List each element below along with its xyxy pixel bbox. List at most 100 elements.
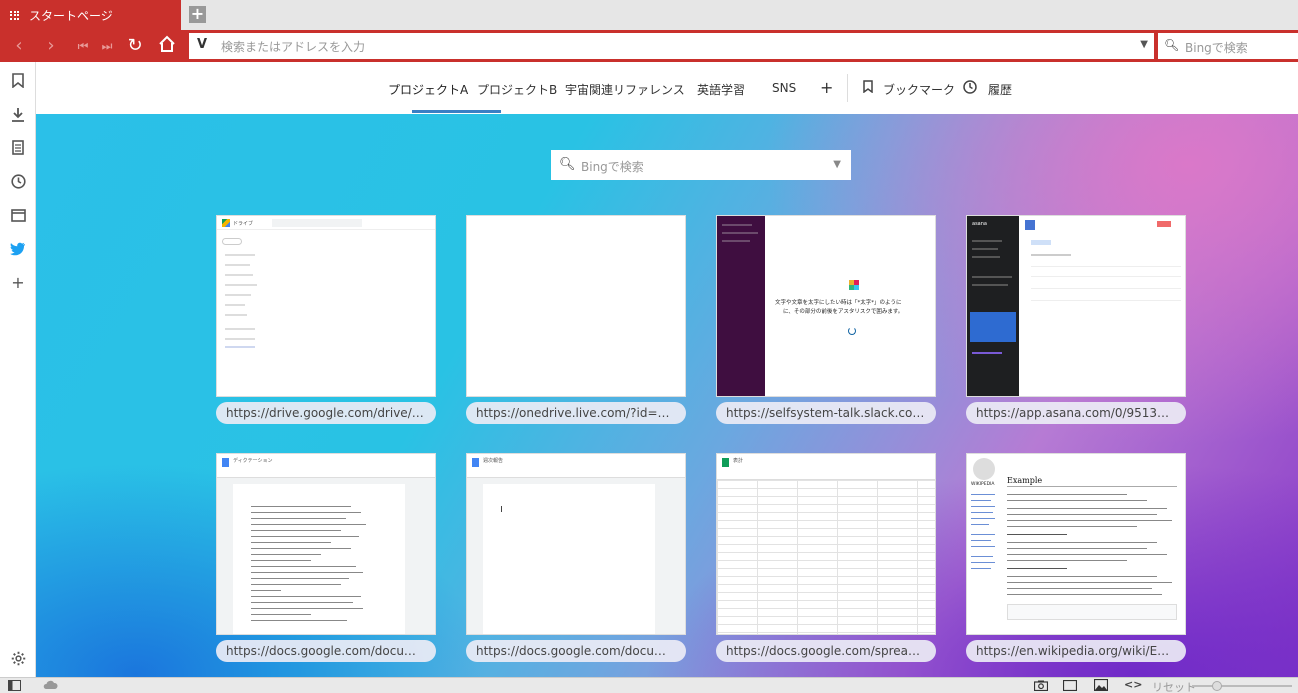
speed-dial-tile-slack[interactable]: 文字や文章を太字にしたい時は「*太字*」のように に、その部分の前後をアスタリス…: [716, 215, 936, 397]
search-icon: 🔍︎: [1164, 38, 1180, 52]
twitter-icon[interactable]: [8, 239, 28, 259]
slack-loading-text-2: に、その部分の前後をアスタリスクで囲みます。: [783, 309, 904, 315]
toolbar-search-input[interactable]: 🔍︎ Bingで検索: [1158, 33, 1298, 59]
nav-item-space-reference[interactable]: 宇宙関連リファレンス: [565, 81, 685, 98]
new-tab-button[interactable]: +: [189, 6, 206, 23]
zoom-slider-track[interactable]: [1192, 685, 1292, 687]
download-panel-icon[interactable]: [8, 104, 28, 124]
docs-page: [483, 484, 655, 634]
drive-search-bar: [272, 219, 362, 227]
tile-url[interactable]: https://docs.google.com/spreads...: [716, 640, 936, 662]
settings-gear-icon[interactable]: [8, 648, 28, 668]
cloud-sync-icon[interactable]: [42, 680, 58, 693]
back-icon[interactable]: ‹: [8, 35, 30, 57]
tile-window-icon[interactable]: [1062, 679, 1078, 693]
main-search-placeholder: Bingで検索: [581, 160, 644, 174]
speed-dial-tile-doc-weekly[interactable]: 週次報告: [466, 453, 686, 635]
search-icon: 🔍︎: [559, 157, 576, 172]
tab-start-page[interactable]: スタートページ: [0, 0, 181, 30]
speed-dial-tile-wikipedia[interactable]: WIKIPEDIA Example: [966, 453, 1186, 635]
sheets-logo-icon: [722, 458, 729, 467]
nav-separator: [847, 74, 848, 102]
drive-title: ドライブ: [233, 221, 254, 227]
history-nav-icon: [963, 80, 977, 97]
notes-panel-icon[interactable]: [8, 137, 28, 157]
nav-history[interactable]: 履歴: [988, 81, 1012, 98]
asana-logo: asana: [972, 221, 987, 227]
docs-logo-icon: [222, 458, 229, 467]
speed-dial-area: 🔍︎ Bingで検索 ▼ ドライブ https://drive.google.c…: [36, 114, 1298, 677]
panel-toggle-icon[interactable]: [8, 680, 21, 693]
tile-url[interactable]: https://app.asana.com/0/9513024...: [966, 402, 1186, 424]
drive-new-button: [222, 238, 242, 245]
sheet-title: 表計: [733, 458, 744, 464]
window-panel-icon[interactable]: [8, 205, 28, 225]
tile-url[interactable]: https://drive.google.com/drive/fol...: [216, 402, 436, 424]
tab-bar: スタートページ +: [0, 0, 1298, 30]
tab-title: スタートページ: [29, 8, 113, 23]
asana-project-icon: [1025, 220, 1035, 230]
speed-dial-tile-doc-dictation[interactable]: ディクテーション: [216, 453, 436, 635]
bookmark-nav-icon: [863, 80, 873, 96]
capture-icon[interactable]: [1033, 680, 1049, 693]
nav-item-sns[interactable]: SNS: [772, 81, 796, 95]
tile-url[interactable]: https://docs.google.com/docume...: [466, 640, 686, 662]
search-engine-dropdown-icon[interactable]: ▼: [833, 159, 841, 170]
forward-icon[interactable]: ›: [40, 35, 62, 57]
speed-dial-tile-onedrive[interactable]: [466, 215, 686, 397]
tile-url[interactable]: https://docs.google.com/docume...: [216, 640, 436, 662]
wiki-article-title: Example: [1007, 476, 1043, 485]
wikipedia-logo: WIKIPEDIA: [971, 482, 995, 487]
loading-spinner-icon: [848, 327, 856, 335]
side-panel: +: [0, 62, 36, 677]
asana-upgrade-badge: [1157, 221, 1171, 227]
text-cursor: [501, 506, 502, 512]
home-icon[interactable]: [156, 35, 178, 57]
speed-dial-tile-asana[interactable]: asana: [966, 215, 1186, 397]
slack-loading-text-1: 文字や文章を太字にしたい時は「*太字*」のように: [775, 300, 902, 306]
sheet-grid: [717, 480, 935, 634]
asana-sidebar: [967, 216, 1019, 396]
wikipedia-globe-icon: [973, 458, 995, 480]
wiki-notice-box: [1007, 604, 1177, 620]
address-bar: ‹ › ⏮ ⏭ ↻ V 検索またはアドレスを入力 ▼ 🔍︎ Bingで検索: [0, 30, 1298, 62]
zoom-slider-handle[interactable]: [1212, 681, 1222, 691]
tile-url[interactable]: https://en.wikipedia.org/wiki/Exa...: [966, 640, 1186, 662]
zoom-reset-button[interactable]: リセット: [1152, 679, 1196, 693]
slack-logo-icon: [849, 280, 859, 290]
docs-logo-icon: [472, 458, 479, 467]
page-actions-icon[interactable]: <>: [1124, 678, 1142, 691]
doc-title: 週次報告: [483, 458, 504, 464]
active-tab-indicator: [412, 110, 501, 113]
tile-url[interactable]: https://onedrive.live.com/?id=FFC...: [466, 402, 686, 424]
sheets-header: [717, 454, 935, 480]
fast-forward-icon[interactable]: ⏭: [96, 35, 118, 57]
address-dropdown-icon[interactable]: ▼: [1140, 39, 1148, 50]
image-toggle-icon[interactable]: [1093, 678, 1109, 693]
slack-sidebar: [717, 216, 765, 396]
address-input[interactable]: V 検索またはアドレスを入力 ▼: [189, 33, 1154, 59]
bookmark-panel-icon[interactable]: [8, 70, 28, 90]
add-panel-icon[interactable]: +: [8, 272, 28, 292]
nav-bookmarks[interactable]: ブックマーク: [883, 81, 955, 98]
rewind-icon[interactable]: ⏮: [72, 35, 94, 57]
tile-url[interactable]: https://selfsystem-talk.slack.com/...: [716, 402, 936, 424]
speed-dial-tile-spreadsheet[interactable]: 表計: [716, 453, 936, 635]
nav-item-english[interactable]: 英語学習: [697, 81, 745, 98]
toolbar-search-placeholder: Bingで検索: [1185, 41, 1248, 55]
vivaldi-prefix-icon: V: [197, 37, 208, 52]
speed-dial-nav: プロジェクトA プロジェクトB 宇宙関連リファレンス 英語学習 SNS + ブッ…: [36, 62, 1298, 114]
drive-logo-icon: [222, 219, 230, 227]
nav-item-project-a[interactable]: プロジェクトA: [388, 81, 468, 98]
tab-grid-icon: [10, 10, 19, 20]
asana-team-card: [970, 312, 1016, 342]
main-search-input[interactable]: 🔍︎ Bingで検索 ▼: [551, 150, 851, 180]
status-bar: <> リセット: [0, 677, 1298, 693]
history-panel-icon[interactable]: [8, 171, 28, 191]
nav-item-project-b[interactable]: プロジェクトB: [477, 81, 557, 98]
speed-dial-tile-drive[interactable]: ドライブ: [216, 215, 436, 397]
reload-icon[interactable]: ↻: [124, 35, 146, 57]
add-group-button[interactable]: +: [820, 78, 833, 97]
doc-title: ディクテーション: [233, 458, 273, 464]
asana-tab: [1031, 240, 1051, 245]
